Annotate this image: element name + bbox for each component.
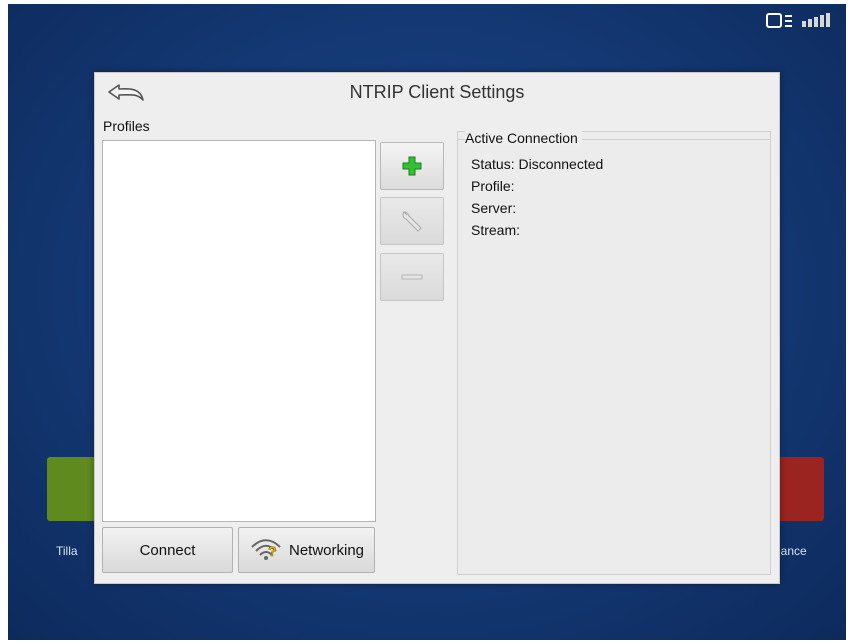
svg-text:?: ? xyxy=(268,543,277,559)
dialog-header: NTRIP Client Settings xyxy=(95,73,779,111)
status-icons xyxy=(766,12,836,30)
display-screen: Tilla lance NTRIP Client Settings Profil… xyxy=(8,4,846,640)
server-text: Server: xyxy=(471,200,517,216)
add-profile-button[interactable] xyxy=(380,142,444,190)
networking-label: Networking xyxy=(288,541,365,559)
tillage-label: Tilla xyxy=(56,544,78,558)
back-arrow-icon[interactable] xyxy=(105,80,153,106)
dialog-title: NTRIP Client Settings xyxy=(349,81,525,102)
active-connection-title: Active Connection xyxy=(465,130,582,146)
wrench-icon xyxy=(402,211,422,232)
active-connection-panel xyxy=(457,131,771,575)
remove-profile-button[interactable] xyxy=(380,253,444,301)
connect-button[interactable]: Connect xyxy=(102,527,233,573)
profile-text: Profile: xyxy=(471,178,515,194)
networking-button[interactable]: ? Networking xyxy=(238,527,375,573)
stream-text: Stream: xyxy=(471,222,521,238)
minus-icon xyxy=(401,274,423,280)
display-icon xyxy=(766,13,792,28)
plus-icon xyxy=(402,156,422,176)
wifi-question-icon: ? xyxy=(251,539,281,560)
ntrip-settings-dialog: NTRIP Client Settings Profiles Connect ?… xyxy=(94,72,780,584)
satellite-signal-icon xyxy=(802,13,830,27)
status-text: Status: Disconnected xyxy=(471,156,604,172)
connect-label: Connect xyxy=(139,541,196,559)
profiles-label: Profiles xyxy=(103,118,150,134)
profiles-list[interactable] xyxy=(102,140,376,522)
edit-profile-button[interactable] xyxy=(380,197,444,245)
guidance-label: lance xyxy=(778,544,807,558)
